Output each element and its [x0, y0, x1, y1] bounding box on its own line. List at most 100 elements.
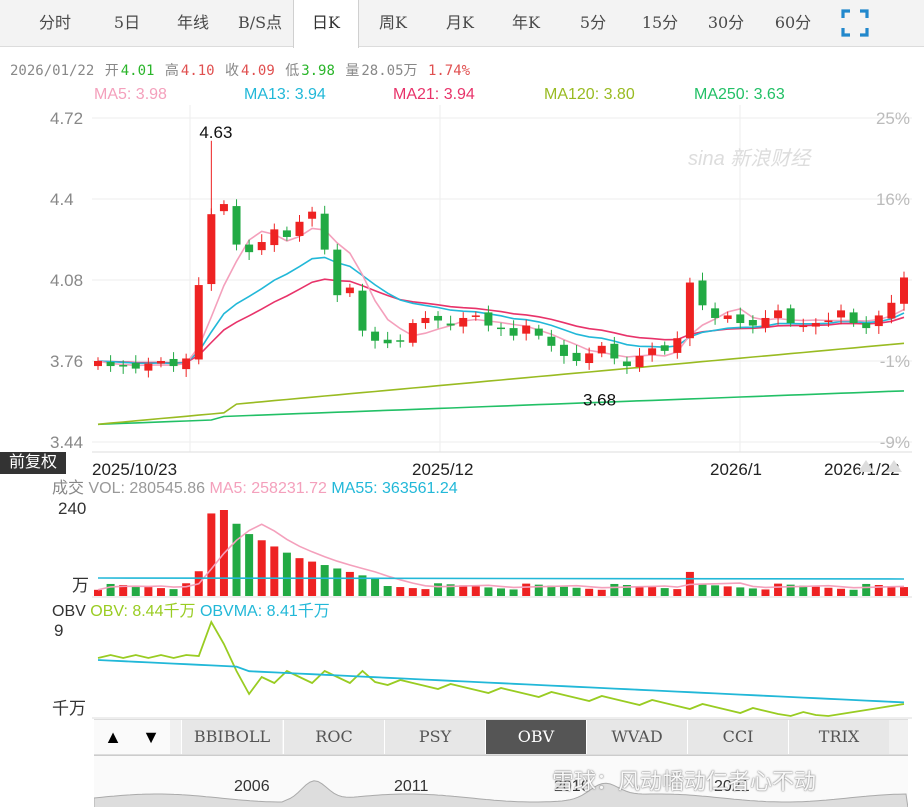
tab-1[interactable]: 5日: [97, 0, 157, 46]
candle[interactable]: [761, 310, 770, 333]
tab-11[interactable]: 60分: [760, 0, 826, 46]
volume-bar[interactable]: [522, 583, 531, 596]
volume-bar[interactable]: [320, 565, 329, 596]
volume-bar[interactable]: [484, 587, 493, 596]
volume-bar[interactable]: [597, 589, 606, 596]
candle[interactable]: [497, 322, 505, 336]
tab-5[interactable]: 周K: [360, 0, 426, 46]
candle[interactable]: [597, 342, 606, 358]
candle[interactable]: [345, 283, 354, 297]
candle[interactable]: [648, 342, 657, 362]
volume-bar[interactable]: [169, 589, 178, 596]
volume-bar[interactable]: [257, 540, 266, 596]
candle[interactable]: [94, 357, 102, 370]
tab-7[interactable]: 年K: [493, 0, 559, 46]
candle[interactable]: [673, 331, 682, 359]
candle[interactable]: [245, 239, 254, 261]
volume-bar[interactable]: [144, 587, 153, 596]
candle[interactable]: [257, 234, 266, 255]
adjust-mode-badge[interactable]: 前复权: [0, 452, 66, 474]
candle[interactable]: [270, 223, 279, 252]
volume-bar[interactable]: [761, 589, 770, 596]
volume-bar[interactable]: [811, 586, 820, 596]
volume-bar[interactable]: [295, 558, 304, 596]
indicator-tab-trix[interactable]: TRIX: [788, 720, 889, 754]
volume-bar[interactable]: [660, 588, 669, 596]
candle[interactable]: [900, 271, 908, 311]
candle[interactable]: [522, 319, 531, 341]
candle[interactable]: [572, 345, 581, 366]
tab-4[interactable]: 日K: [293, 0, 359, 48]
candle[interactable]: [459, 312, 468, 334]
volume-bar[interactable]: [156, 588, 165, 596]
candle[interactable]: [446, 315, 455, 331]
volume-bar[interactable]: [585, 588, 594, 596]
candle[interactable]: [358, 283, 367, 337]
volume-bar[interactable]: [459, 585, 468, 596]
volume-bar[interactable]: [774, 583, 783, 596]
volume-bar[interactable]: [610, 583, 619, 596]
indicator-tab-obv[interactable]: OBV: [485, 720, 586, 754]
candle[interactable]: [622, 356, 631, 374]
tab-2[interactable]: 年线: [160, 0, 226, 46]
tab-10[interactable]: 30分: [693, 0, 759, 46]
volume-bar[interactable]: [232, 523, 241, 596]
volume-bar[interactable]: [371, 578, 380, 596]
volume-bar[interactable]: [333, 568, 342, 596]
candle[interactable]: [534, 324, 543, 340]
volume-bar[interactable]: [182, 583, 191, 596]
volume-bar[interactable]: [849, 589, 858, 596]
candle[interactable]: [698, 272, 707, 311]
candle[interactable]: [685, 277, 694, 347]
tab-8[interactable]: 5分: [560, 0, 626, 46]
candle[interactable]: [383, 331, 392, 349]
volume-bar[interactable]: [748, 588, 757, 596]
indicator-tab-roc[interactable]: ROC: [283, 720, 384, 754]
scroll-down-button[interactable]: ▼: [132, 720, 170, 754]
volume-bar[interactable]: [497, 588, 505, 596]
volume-bar[interactable]: [282, 552, 291, 596]
candle[interactable]: [219, 200, 228, 215]
volume-bar[interactable]: [824, 587, 833, 596]
candle[interactable]: [862, 316, 871, 334]
candle[interactable]: [408, 319, 417, 347]
volume-bar[interactable]: [559, 586, 568, 596]
volume-bar[interactable]: [94, 589, 102, 596]
candle[interactable]: [194, 277, 203, 365]
volume-bar[interactable]: [711, 585, 720, 596]
volume-bar[interactable]: [837, 588, 846, 596]
candle[interactable]: [169, 352, 178, 372]
volume-chart[interactable]: 240 万: [0, 496, 924, 598]
volume-bar[interactable]: [270, 546, 279, 596]
tab-0[interactable]: 分时: [22, 0, 88, 46]
volume-bar[interactable]: [106, 583, 115, 596]
candle[interactable]: [371, 326, 380, 349]
candle[interactable]: [559, 339, 568, 364]
volume-bar[interactable]: [471, 586, 480, 596]
volume-bar[interactable]: [421, 589, 430, 596]
indicator-tab-bbiboll[interactable]: BBIBOLL: [181, 720, 282, 754]
volume-bar[interactable]: [723, 586, 732, 596]
candle[interactable]: [396, 334, 405, 348]
candle[interactable]: [182, 353, 191, 377]
volume-bar[interactable]: [408, 588, 417, 596]
volume-bar[interactable]: [509, 589, 518, 596]
volume-bar[interactable]: [736, 587, 745, 596]
indicator-tab-wvad[interactable]: WVAD: [586, 720, 687, 754]
scroll-up-button[interactable]: ▲: [94, 720, 132, 754]
volume-bar[interactable]: [131, 586, 140, 596]
candle[interactable]: [421, 311, 430, 329]
volume-bar[interactable]: [572, 587, 581, 596]
candlestick-chart[interactable]: sina 新浪财经 4.72 4.4 4.08 3.76 3.44 25% 16% -1% -9%…: [0, 105, 924, 477]
candle[interactable]: [774, 304, 783, 325]
tab-9[interactable]: 15分: [627, 0, 693, 46]
tab-6[interactable]: 月K: [427, 0, 493, 46]
volume-bar[interactable]: [207, 513, 216, 596]
volume-bar[interactable]: [648, 587, 657, 596]
candle[interactable]: [333, 243, 342, 303]
volume-bar[interactable]: [862, 583, 871, 596]
candle[interactable]: [106, 355, 115, 372]
candle[interactable]: [232, 199, 241, 251]
candle[interactable]: [308, 206, 317, 227]
tab-3[interactable]: B/S点: [227, 0, 293, 46]
